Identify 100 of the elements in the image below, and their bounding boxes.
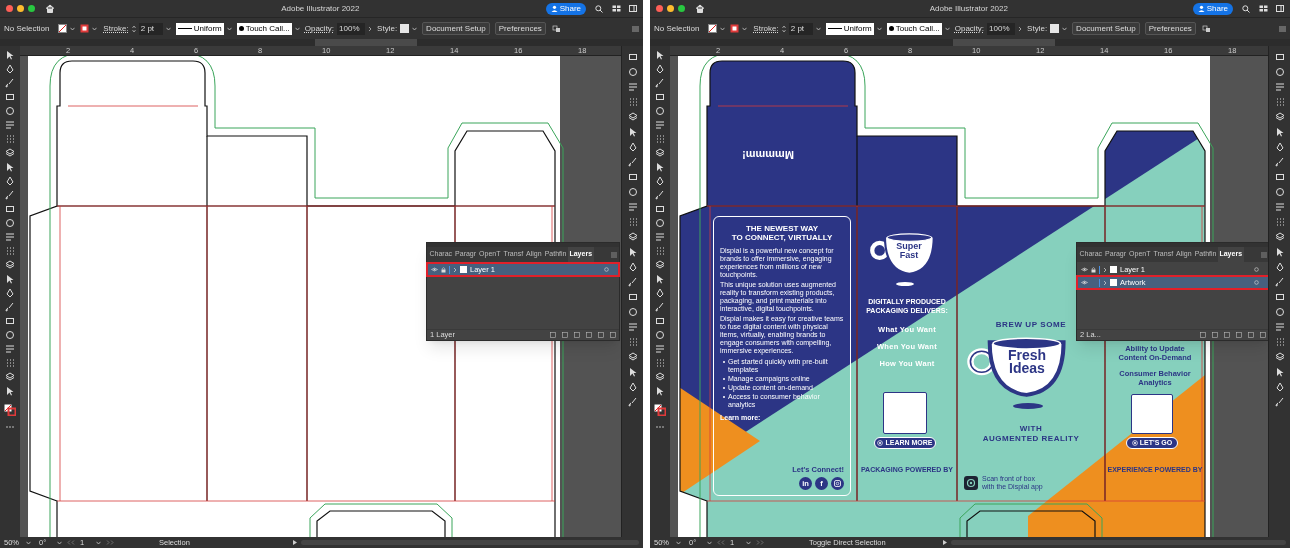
circle-icon[interactable] bbox=[627, 307, 638, 317]
caret-icon[interactable] bbox=[26, 540, 31, 545]
home-icon[interactable] bbox=[695, 4, 705, 13]
square-icon[interactable] bbox=[655, 316, 665, 326]
stack-icon[interactable] bbox=[5, 260, 15, 270]
lines-icon[interactable] bbox=[5, 120, 15, 130]
lines-icon[interactable] bbox=[1274, 82, 1285, 92]
layout-icon[interactable] bbox=[612, 5, 621, 12]
lines-icon[interactable] bbox=[655, 232, 665, 242]
play-icon[interactable] bbox=[943, 540, 947, 545]
stroke-swatch-icon[interactable] bbox=[80, 24, 90, 33]
caret-icon[interactable] bbox=[676, 540, 681, 545]
square-icon[interactable] bbox=[627, 52, 638, 62]
eye-icon[interactable] bbox=[431, 267, 438, 272]
brush-icon[interactable] bbox=[655, 302, 665, 312]
pen-icon[interactable] bbox=[627, 382, 638, 392]
caret-icon[interactable] bbox=[876, 26, 882, 31]
share-button[interactable]: Share bbox=[545, 2, 586, 15]
fill-stroke-icon[interactable] bbox=[4, 404, 16, 416]
fill-swatch-icon[interactable] bbox=[708, 24, 718, 33]
caret-icon[interactable] bbox=[294, 26, 300, 31]
arrange-icon[interactable] bbox=[1201, 24, 1211, 33]
style-swatch[interactable] bbox=[1050, 24, 1060, 33]
fill-swatch-icon[interactable] bbox=[58, 24, 68, 33]
brush-icon[interactable] bbox=[5, 302, 15, 312]
lines-icon[interactable] bbox=[655, 344, 665, 354]
stack-icon[interactable] bbox=[1274, 112, 1285, 122]
pointer-icon[interactable] bbox=[655, 386, 665, 396]
chevron-icon[interactable] bbox=[368, 25, 373, 32]
maximize-button[interactable] bbox=[28, 5, 35, 12]
stroke-profile-field[interactable]: Uniform bbox=[175, 22, 224, 35]
caret-icon[interactable] bbox=[226, 26, 232, 31]
caret-icon[interactable] bbox=[1062, 26, 1068, 31]
pointer-icon[interactable] bbox=[5, 50, 15, 60]
lines-icon[interactable] bbox=[5, 344, 15, 354]
pointer-icon[interactable] bbox=[627, 367, 638, 377]
square-icon[interactable] bbox=[5, 92, 15, 102]
stack-icon[interactable] bbox=[655, 260, 665, 270]
stack-icon[interactable] bbox=[655, 372, 665, 382]
stroke-weight-field[interactable]: 2 pt bbox=[788, 22, 813, 35]
square-icon[interactable] bbox=[1274, 292, 1285, 302]
caret-icon[interactable] bbox=[96, 540, 101, 545]
stroke-swatch-icon[interactable] bbox=[730, 24, 740, 33]
toolbar-button[interactable]: Preferences bbox=[494, 22, 546, 35]
circle-icon[interactable] bbox=[1274, 187, 1285, 197]
lines-icon[interactable] bbox=[627, 322, 638, 332]
brush-field[interactable]: Touch Call... bbox=[886, 22, 942, 35]
pen-icon[interactable] bbox=[655, 64, 665, 74]
square-icon[interactable] bbox=[655, 92, 665, 102]
stack-icon[interactable] bbox=[5, 148, 15, 158]
brush-icon[interactable] bbox=[655, 190, 665, 200]
lines-icon[interactable] bbox=[5, 232, 15, 242]
grid-icon[interactable] bbox=[5, 358, 15, 368]
caret-icon[interactable] bbox=[815, 26, 821, 31]
stepper-icon[interactable] bbox=[781, 24, 786, 33]
circle-icon[interactable] bbox=[627, 67, 638, 77]
toolbar-button[interactable]: Preferences bbox=[1144, 22, 1196, 35]
grid-icon[interactable] bbox=[5, 246, 15, 256]
grid-icon[interactable] bbox=[655, 358, 665, 368]
stack-icon[interactable] bbox=[1274, 232, 1285, 242]
brush-icon[interactable] bbox=[627, 157, 638, 167]
circle-icon[interactable] bbox=[5, 218, 15, 228]
fill-stroke-icon[interactable] bbox=[654, 404, 666, 416]
pen-icon[interactable] bbox=[5, 176, 15, 186]
search-icon[interactable] bbox=[595, 4, 603, 13]
square-icon[interactable] bbox=[5, 316, 15, 326]
brush-icon[interactable] bbox=[1274, 157, 1285, 167]
pointer-icon[interactable] bbox=[1274, 247, 1285, 257]
pen-icon[interactable] bbox=[655, 288, 665, 298]
eye-icon[interactable] bbox=[1081, 280, 1088, 285]
caret-icon[interactable] bbox=[70, 26, 76, 31]
circle-icon[interactable] bbox=[5, 330, 15, 340]
lock-icon[interactable] bbox=[1091, 266, 1096, 273]
brush-icon[interactable] bbox=[627, 277, 638, 287]
pen-icon[interactable] bbox=[5, 64, 15, 74]
chevron-icon[interactable] bbox=[1018, 25, 1023, 32]
eye-icon[interactable] bbox=[1081, 267, 1088, 272]
pointer-icon[interactable] bbox=[655, 50, 665, 60]
pen-icon[interactable] bbox=[5, 288, 15, 298]
pointer-icon[interactable] bbox=[1274, 127, 1285, 137]
lines-icon[interactable] bbox=[655, 120, 665, 130]
camera-icon[interactable] bbox=[831, 477, 844, 490]
pointer-icon[interactable] bbox=[5, 274, 15, 284]
pointer-icon[interactable] bbox=[5, 162, 15, 172]
brush-icon[interactable] bbox=[5, 78, 15, 88]
pen-icon[interactable] bbox=[1274, 382, 1285, 392]
pointer-icon[interactable] bbox=[5, 386, 15, 396]
layout-icon[interactable] bbox=[1259, 5, 1268, 12]
pointer-icon[interactable] bbox=[655, 162, 665, 172]
square-icon[interactable] bbox=[627, 172, 638, 182]
maximize-button[interactable] bbox=[678, 5, 685, 12]
stepper-icon[interactable] bbox=[131, 24, 136, 33]
brush-icon[interactable] bbox=[1274, 277, 1285, 287]
pointer-icon[interactable] bbox=[655, 274, 665, 284]
opacity-field[interactable]: 100% bbox=[337, 22, 366, 35]
lines-icon[interactable] bbox=[627, 82, 638, 92]
style-swatch[interactable] bbox=[400, 24, 410, 33]
circle-icon[interactable] bbox=[655, 106, 665, 116]
minimize-button[interactable] bbox=[17, 5, 24, 12]
grid-icon[interactable] bbox=[1274, 217, 1285, 227]
